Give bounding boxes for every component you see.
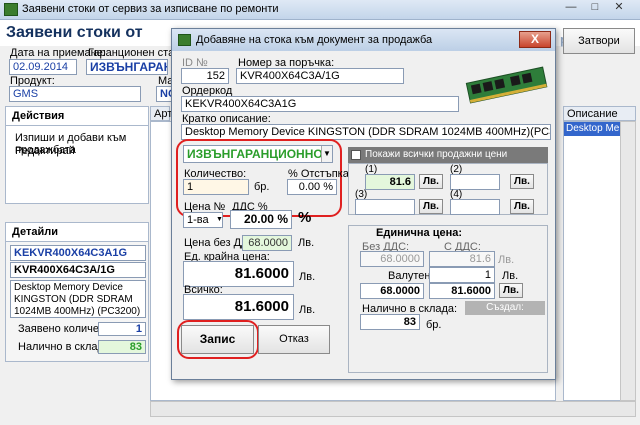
with-vat-field[interactable]: 81.6000 xyxy=(429,283,495,299)
with-vat-currency[interactable]: Лв. xyxy=(499,283,523,298)
dialog-close-button[interactable]: X xyxy=(519,31,551,48)
dialog-app-icon xyxy=(178,34,191,46)
vat-field[interactable]: 20.00 % xyxy=(230,210,292,229)
maximize-icon[interactable]: □ xyxy=(584,1,606,16)
grid-hscrollbar[interactable] xyxy=(150,401,636,417)
discount-field[interactable]: 0.00 % xyxy=(287,179,337,195)
save-button[interactable]: Запис xyxy=(181,325,254,354)
grid-col-art: Арт xyxy=(150,106,172,121)
no-vat-top-field: 68.0000 xyxy=(360,251,424,267)
actions-panel-title: Действия xyxy=(5,106,149,126)
unit-price-group-title: Единична цена: xyxy=(376,227,462,239)
price-level-1-field[interactable]: 81.6 xyxy=(365,174,415,190)
price-levels-header: Покажи всички продажни цени xyxy=(348,147,548,163)
action-edit[interactable]: Редактирай xyxy=(15,145,75,157)
detail-order-number: KVR400X64C3A/1G xyxy=(10,262,146,278)
percent-sign: % xyxy=(298,209,312,226)
ordercode-field[interactable]: KEKVR400X64C3A1G xyxy=(181,96,459,112)
price-level-4-field[interactable] xyxy=(450,199,500,215)
date-field[interactable]: 02.09.2014 xyxy=(9,59,77,75)
no-vat-field[interactable]: 68.0000 xyxy=(360,283,424,299)
with-vat-top-field: 81.6 xyxy=(429,251,495,267)
details-panel-title: Детайли xyxy=(5,222,149,242)
show-all-prices-checkbox[interactable] xyxy=(351,150,361,160)
with-vat-top-currency: Лв. xyxy=(498,254,515,266)
dialog-titlebar: Добавяне на стока към документ за продаж… xyxy=(172,29,555,51)
created-by-button[interactable]: Създал: xyxy=(465,301,545,315)
product-field[interactable]: GMS xyxy=(9,86,141,102)
app-icon xyxy=(4,3,18,16)
price-level-3-field[interactable] xyxy=(355,199,415,215)
warranty-field[interactable]: ИЗВЪНГАРАНЦИ xyxy=(86,59,168,75)
detail-description: Desktop Memory Device KINGSTON (DDR SDRA… xyxy=(10,280,146,318)
add-item-dialog: Добавяне на стока към документ за продаж… xyxy=(171,28,556,380)
dialog-title: Добавяне на стока към документ за продаж… xyxy=(196,34,433,46)
main-window-title: Заявени стоки от сервиз за изписване по … xyxy=(22,3,279,15)
price-level-2-currency[interactable]: Лв. xyxy=(510,174,534,189)
in-stock-unit: бр. xyxy=(426,319,442,331)
status-select[interactable]: ИЗВЪНГАРАНЦИОННО xyxy=(183,145,333,163)
in-stock-field: 83 xyxy=(360,314,420,330)
page-title: Заявени стоки от xyxy=(6,24,143,41)
column-n-field[interactable]: NC xyxy=(156,86,172,102)
price-level-3-currency[interactable]: Лв. xyxy=(419,199,443,214)
id-field: 152 xyxy=(181,68,229,84)
show-all-prices-label: Покажи всички продажни цени xyxy=(365,149,508,160)
minimize-icon[interactable]: — xyxy=(560,1,582,16)
quantity-field[interactable]: 1 xyxy=(183,179,249,195)
detail-ordercode: KEKVR400X64C3A1G xyxy=(10,245,146,261)
quantity-unit: бр. xyxy=(254,181,270,193)
requested-qty-field: 1 xyxy=(98,322,146,336)
details-panel: KEKVR400X64C3A1G KVR400X64C3A/1G Desktop… xyxy=(5,242,149,362)
main-titlebar: Заявени стоки от сервиз за изписване по … xyxy=(0,0,640,20)
fx-field[interactable]: 1 xyxy=(429,267,495,283)
product-image xyxy=(462,59,552,114)
price-level-2-field[interactable] xyxy=(450,174,500,190)
close-icon[interactable]: ✕ xyxy=(608,1,630,16)
price-level-4-currency[interactable]: Лв. xyxy=(510,199,534,214)
short-description-field[interactable]: Desktop Memory Device KINGSTON (DDR SDRA… xyxy=(181,124,551,140)
fx-currency: Лв. xyxy=(502,270,519,282)
actions-panel: Изпиши и добави към продажбата Редактира… xyxy=(5,126,149,204)
total-field: 81.6000 xyxy=(183,294,294,320)
unit-final-currency: Лв. xyxy=(299,271,316,283)
price-no-vat-field[interactable]: 68.0000 xyxy=(242,235,292,251)
cancel-button[interactable]: Отказ xyxy=(258,325,330,354)
price-no-chevron-icon[interactable]: ▼ xyxy=(216,213,223,227)
price-no-vat-currency: Лв. xyxy=(298,237,315,249)
order-number-field[interactable]: KVR400X64C3A/1G xyxy=(236,68,404,84)
stock-field: 83 xyxy=(98,340,146,354)
close-window-button[interactable]: Затвори xyxy=(563,28,635,54)
total-currency: Лв. xyxy=(299,304,316,316)
price-level-1-currency[interactable]: Лв. xyxy=(419,174,443,189)
grid-col-description: Описание xyxy=(563,106,636,121)
grid-scrollbar[interactable] xyxy=(620,121,636,401)
chevron-down-icon[interactable]: ▼ xyxy=(321,146,332,162)
